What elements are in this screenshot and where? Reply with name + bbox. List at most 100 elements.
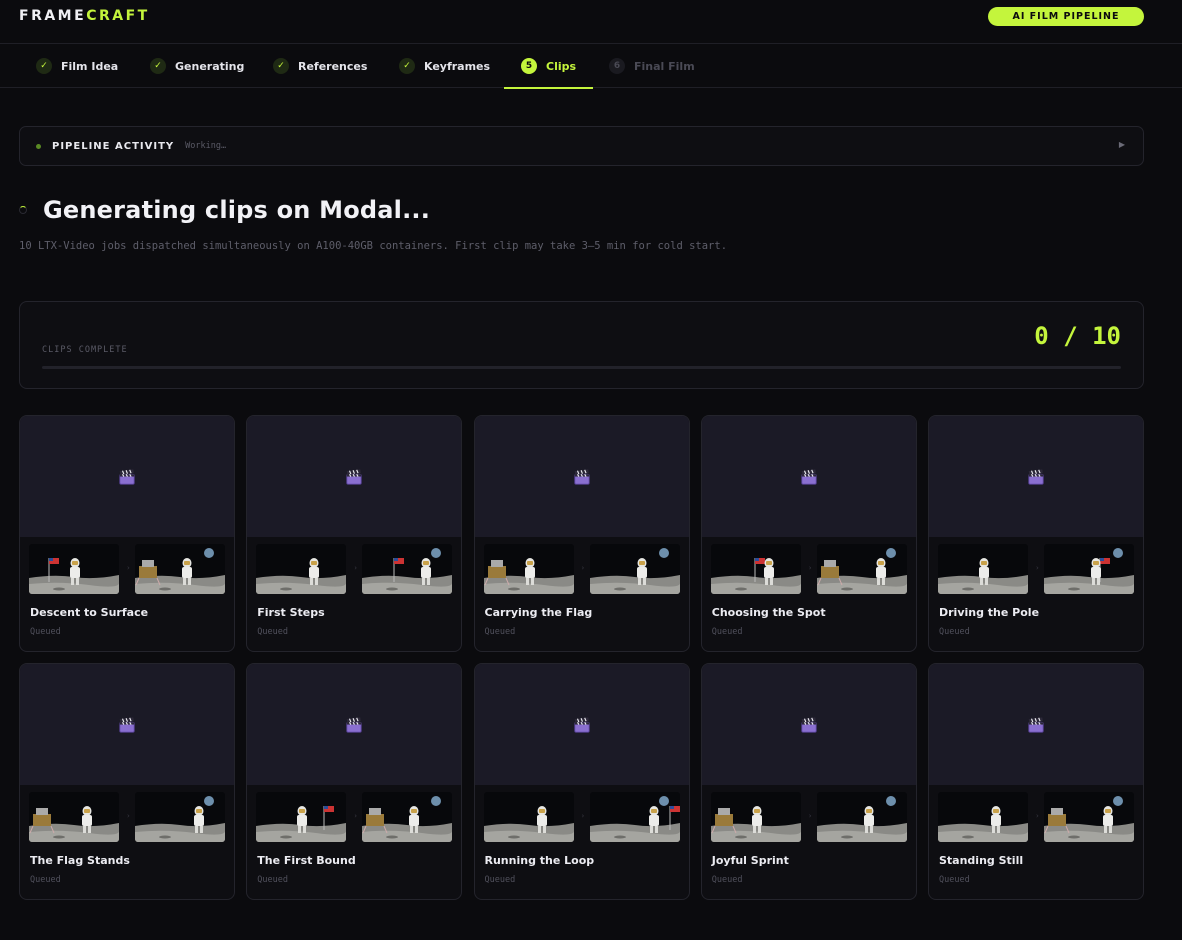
arrow-right-icon: › [127,564,130,572]
clip-title: Descent to Surface [30,606,149,619]
start-keyframe-thumbnail[interactable] [938,792,1028,842]
end-keyframe-thumbnail[interactable] [589,792,680,842]
clip-preview[interactable] [701,664,916,785]
clapperboard-icon [345,716,363,734]
step-number: 6 [609,58,625,74]
arrow-right-icon: › [808,564,812,572]
clip-preview[interactable] [929,664,1143,785]
clip-preview[interactable] [929,416,1143,537]
clip-card[interactable]: › Standing Still Queued [928,663,1144,900]
end-keyframe-thumbnail[interactable] [135,544,225,594]
clapperboard-icon [800,716,818,734]
clapperboard-icon [573,716,591,734]
step-label: Final Film [634,59,695,73]
keyframe-pair: › [710,544,907,594]
clip-card[interactable]: › Joyful Sprint Queued [700,663,917,900]
start-keyframe-thumbnail[interactable] [483,792,574,842]
clapperboard-icon [1027,716,1045,734]
keyframe-pair: › [483,792,680,842]
check-icon: ✓ [150,58,166,74]
clip-card[interactable]: › Carrying the Flag Queued [473,415,690,652]
clapperboard-icon [1027,468,1045,486]
clip-card[interactable]: › Driving the Pole Queued [928,415,1144,652]
start-keyframe-thumbnail[interactable] [29,544,119,594]
check-icon: ✓ [36,58,52,74]
keyframe-pair: › [29,792,225,842]
clip-status: Queued [257,627,288,637]
clip-card[interactable]: › The Flag Stands Queued [19,663,235,900]
arrow-right-icon: › [354,564,358,572]
end-keyframe-thumbnail[interactable] [135,792,225,842]
end-keyframe-thumbnail[interactable] [816,792,907,842]
arrow-right-icon: › [581,812,585,820]
clip-status: Queued [939,627,970,637]
clips-progress-panel: CLIPS COMPLETE 0 / 10 [19,301,1144,389]
top-bar: FRAMECRAFT AI FILM PIPELINE [0,0,1182,44]
arrow-right-icon: › [581,564,585,572]
start-keyframe-thumbnail[interactable] [710,792,801,842]
start-keyframe-thumbnail[interactable] [938,544,1028,594]
step-references[interactable]: ✓ References [273,44,367,88]
clip-preview[interactable] [474,416,689,537]
keyframe-pair: › [256,544,453,594]
clapperboard-icon [573,468,591,486]
start-keyframe-thumbnail[interactable] [483,544,574,594]
clip-card[interactable]: › Choosing the Spot Queued [700,415,917,652]
activity-status: Working… [185,141,227,151]
pipeline-badge: AI FILM PIPELINE [988,7,1144,26]
step-nav: ✓ Film Idea ✓ Generating ✓ References ✓ … [0,44,1182,89]
step-final-film[interactable]: 6 Final Film [609,44,695,88]
clip-preview[interactable] [247,416,462,537]
arrow-right-icon: › [1036,564,1039,572]
keyframe-pair: › [938,544,1134,594]
start-keyframe-thumbnail[interactable] [256,544,347,594]
page-description: 10 LTX-Video jobs dispatched simultaneou… [19,240,728,252]
clapperboard-icon [118,716,136,734]
clip-card[interactable]: › Running the Loop Queued [473,663,690,900]
step-clips[interactable]: 5 Clips [503,44,594,89]
clip-title: Standing Still [939,854,1024,867]
clapperboard-icon [800,468,818,486]
clip-preview[interactable] [474,664,689,785]
keyframe-pair: › [710,792,907,842]
step-film-idea[interactable]: ✓ Film Idea [36,44,118,88]
clip-preview[interactable] [20,664,234,785]
clip-preview[interactable] [247,664,462,785]
start-keyframe-thumbnail[interactable] [29,792,119,842]
pipeline-activity-panel[interactable]: PIPELINE ACTIVITY Working… ▶ [19,126,1144,166]
clip-status: Queued [484,627,516,637]
arrow-right-icon: › [354,812,358,820]
brand-logo[interactable]: FRAMECRAFT [19,8,150,24]
check-icon: ✓ [399,58,415,74]
end-keyframe-thumbnail[interactable] [1044,544,1134,594]
clip-card[interactable]: › Descent to Surface Queued [19,415,235,652]
play-triangle-icon[interactable]: ▶ [1119,140,1125,149]
clapperboard-icon [345,468,363,486]
arrow-right-icon: › [127,812,130,820]
check-icon: ✓ [273,58,289,74]
progress-bar [42,366,1121,369]
end-keyframe-thumbnail[interactable] [816,544,907,594]
clip-title: Driving the Pole [939,606,1040,619]
end-keyframe-thumbnail[interactable] [362,792,453,842]
end-keyframe-thumbnail[interactable] [362,544,453,594]
clip-status: Queued [484,875,516,885]
step-keyframes[interactable]: ✓ Keyframes [399,44,490,88]
step-number: 5 [521,58,537,74]
end-keyframe-thumbnail[interactable] [1044,792,1134,842]
keyframe-pair: › [938,792,1134,842]
clip-preview[interactable] [20,416,234,537]
clip-title: Running the Loop [484,854,595,867]
keyframe-pair: › [256,792,453,842]
start-keyframe-thumbnail[interactable] [710,544,801,594]
start-keyframe-thumbnail[interactable] [256,792,347,842]
clip-preview[interactable] [701,416,916,537]
clip-title: Choosing the Spot [711,606,826,619]
clip-card[interactable]: › First Steps Queued [246,415,463,652]
page-title: Generating clips on Modal... [43,196,431,224]
clip-card[interactable]: › The First Bound Queued [246,663,463,900]
end-keyframe-thumbnail[interactable] [589,544,680,594]
clip-title: The Flag Stands [30,854,130,867]
step-generating[interactable]: ✓ Generating [150,44,244,88]
activity-title: PIPELINE ACTIVITY [52,140,175,152]
